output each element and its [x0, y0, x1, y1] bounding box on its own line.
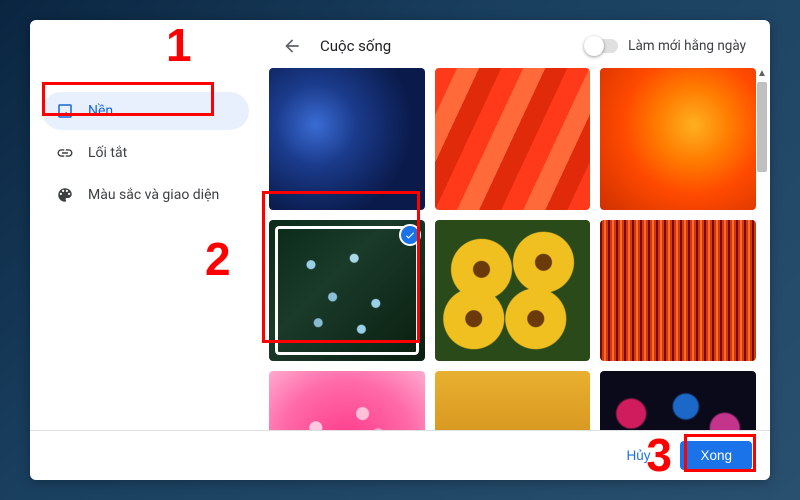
palette-icon — [56, 186, 74, 204]
dialog-body: Nền Lối tắt Màu sắc và giao diện — [30, 68, 770, 430]
daily-refresh-toggle[interactable]: Làm mới hằng ngày — [586, 38, 746, 54]
thumbnail[interactable] — [269, 68, 425, 210]
thumbnail[interactable] — [600, 68, 756, 210]
thumbnail[interactable] — [600, 371, 756, 430]
dialog-footer: Hủy Xong — [30, 430, 770, 480]
check-icon — [399, 224, 421, 246]
thumbnail[interactable] — [600, 220, 756, 362]
sidebar-item-label: Lối tắt — [88, 145, 127, 161]
toggle-switch-icon — [586, 39, 618, 53]
scroll-up-icon: ▲ — [757, 68, 767, 80]
sidebar-item-background[interactable]: Nền — [42, 92, 249, 130]
sidebar-item-shortcuts[interactable]: Lối tắt — [42, 134, 249, 172]
sidebar-item-color-theme[interactable]: Màu sắc và giao diện — [42, 176, 249, 214]
dialog-header: Cuộc sống Làm mới hằng ngày — [30, 20, 770, 68]
sidebar: Nền Lối tắt Màu sắc và giao diện — [30, 68, 255, 430]
thumbnail[interactable] — [435, 371, 591, 430]
gallery-panel: ▲ — [255, 68, 770, 430]
done-button[interactable]: Xong — [680, 441, 752, 470]
scroll-thumb[interactable] — [757, 82, 767, 172]
link-icon — [56, 144, 74, 162]
thumbnail-grid — [263, 68, 762, 430]
toggle-label: Làm mới hằng ngày — [628, 38, 746, 54]
sidebar-item-label: Màu sắc và giao diện — [88, 187, 219, 203]
cancel-button[interactable]: Hủy — [606, 441, 670, 470]
thumbnail[interactable] — [435, 220, 591, 362]
sidebar-item-label: Nền — [88, 103, 113, 119]
thumbnail[interactable] — [435, 68, 591, 210]
back-button[interactable] — [280, 34, 304, 58]
thumbnail[interactable] — [269, 371, 425, 430]
thumbnail-selected[interactable] — [269, 220, 425, 362]
customize-dialog: Cuộc sống Làm mới hằng ngày Nền Lối tắt — [30, 20, 770, 480]
scrollbar[interactable]: ▲ — [757, 68, 767, 430]
background-icon — [56, 102, 74, 120]
category-title: Cuộc sống — [320, 37, 570, 55]
arrow-left-icon — [282, 36, 302, 56]
